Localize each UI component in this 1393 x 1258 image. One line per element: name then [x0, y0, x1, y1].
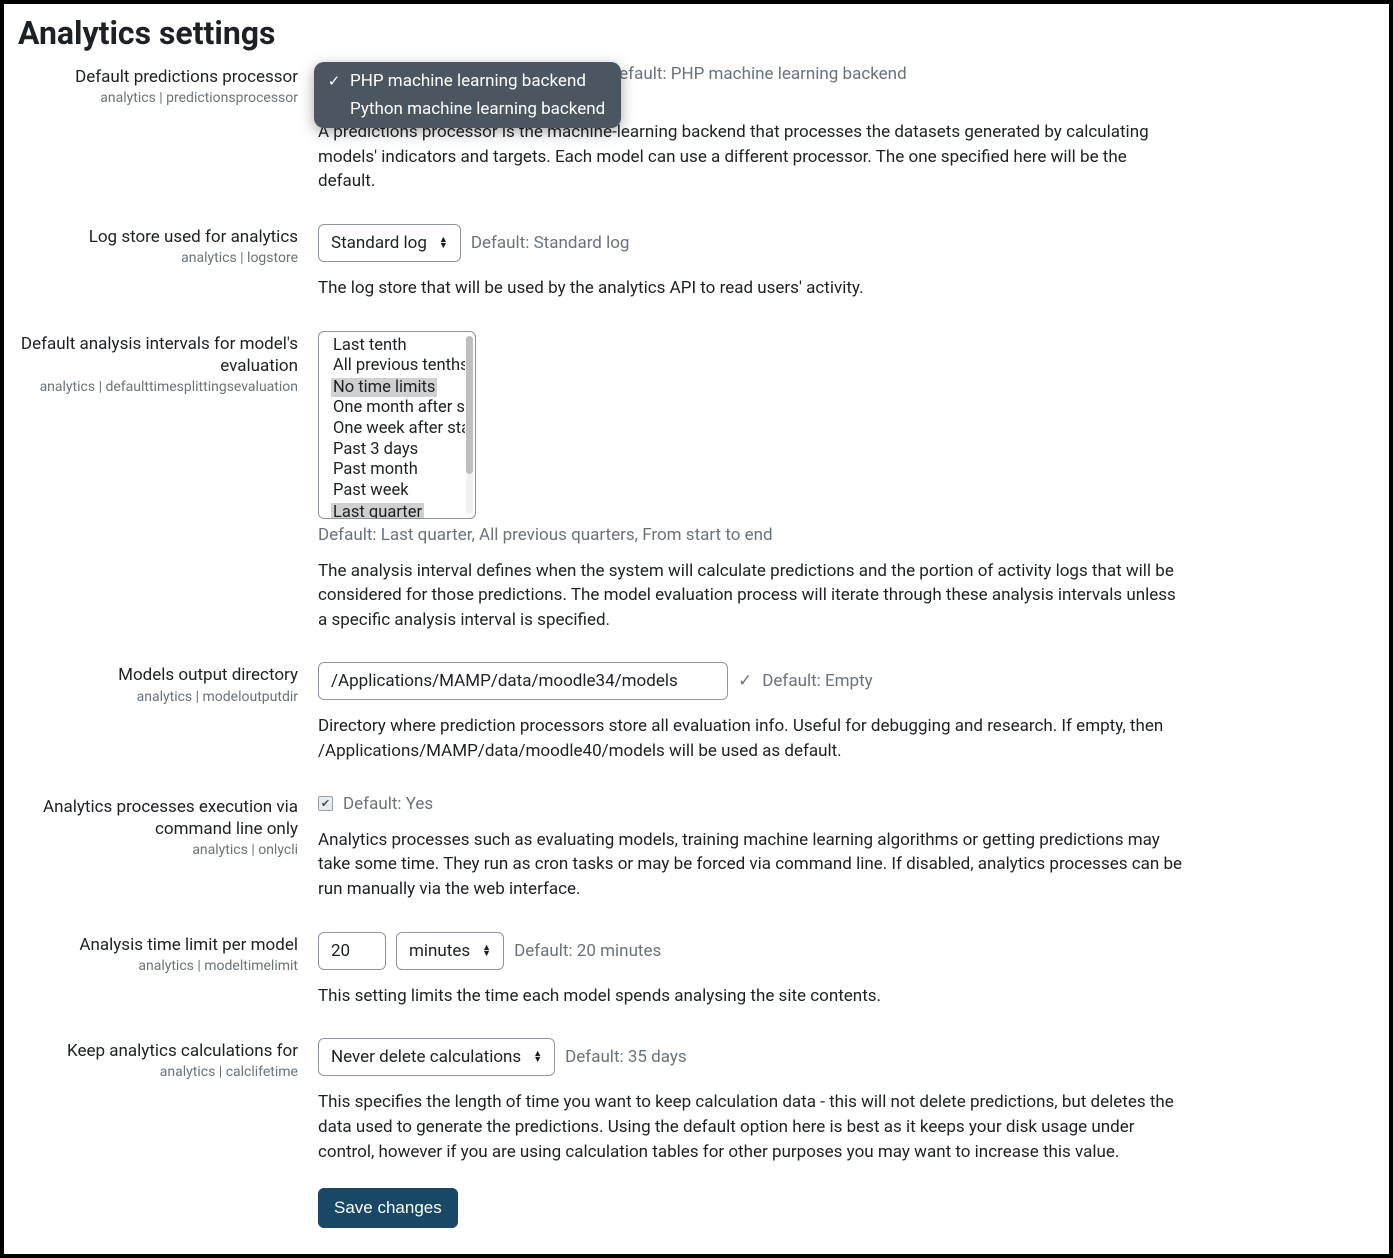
setting-description: This specifies the length of time you wa… — [318, 1090, 1188, 1164]
default-text: Default: PHP machine learning backend — [608, 64, 907, 84]
setting-description: A predictions processor is the machine-l… — [318, 120, 1188, 194]
setting-label-logstore: Log store used for analytics — [18, 226, 298, 248]
default-text: Default: Empty — [762, 671, 872, 691]
setting-key: analytics | logstore — [18, 250, 298, 266]
list-item[interactable]: Last tenth — [331, 336, 465, 357]
dropdown-option-python[interactable]: Python machine learning backend — [320, 95, 615, 123]
setting-label-timelimit: Analysis time limit per model — [18, 934, 298, 956]
dropdown-option-php[interactable]: ✓ PHP machine learning backend — [320, 67, 615, 95]
list-item[interactable]: Last quarter — [331, 503, 424, 518]
setting-key: analytics | predictionsprocessor — [18, 90, 298, 106]
updown-icon: ▲▼ — [533, 1051, 542, 1063]
updown-icon: ▲▼ — [482, 945, 491, 957]
check-icon: ✓ — [326, 72, 342, 90]
save-changes-button[interactable]: Save changes — [318, 1188, 458, 1228]
timelimit-number-input[interactable]: 20 — [318, 932, 386, 970]
setting-description: The analysis interval defines when the s… — [318, 559, 1188, 633]
default-text: Default: Yes — [343, 794, 433, 814]
page-title: Analytics settings — [18, 14, 1375, 52]
list-item[interactable]: All previous tenths — [331, 356, 465, 377]
list-item[interactable]: No time limits — [331, 378, 437, 397]
setting-description: Analytics processes such as evaluating m… — [318, 828, 1188, 902]
select-value: minutes — [409, 941, 470, 961]
list-item[interactable]: One month after start — [331, 398, 465, 419]
list-item[interactable]: Past month — [331, 460, 465, 481]
default-text: Default: 35 days — [565, 1047, 687, 1067]
intervals-multiselect[interactable]: Last tenth All previous tenths No time l… — [318, 331, 476, 519]
dropdown-option-label: Python machine learning backend — [350, 99, 605, 119]
setting-label-intervals: Default analysis intervals for model's e… — [18, 333, 298, 377]
predictions-processor-dropdown[interactable]: ✓ PHP machine learning backend Python ma… — [314, 62, 621, 128]
dropdown-option-label: PHP machine learning backend — [350, 71, 586, 91]
setting-key: analytics | modeltimelimit — [18, 958, 298, 974]
timelimit-unit-select[interactable]: minutes ▲▼ — [396, 932, 504, 970]
list-item[interactable]: One week after start — [331, 419, 465, 440]
select-value: Standard log — [331, 233, 427, 253]
input-value: 20 — [331, 941, 350, 961]
setting-key: analytics | onlycli — [18, 842, 298, 858]
setting-description: This setting limits the time each model … — [318, 984, 1188, 1009]
default-text: Default: 20 minutes — [514, 941, 661, 961]
setting-label-predictions-processor: Default predictions processor — [18, 66, 298, 88]
calclifetime-select[interactable]: Never delete calculations ▲▼ — [318, 1038, 555, 1076]
setting-key: analytics | defaulttimesplittingsevaluat… — [18, 379, 298, 395]
setting-label-outputdir: Models output directory — [18, 664, 298, 686]
list-item[interactable]: Past week — [331, 481, 465, 502]
select-value: Never delete calculations — [331, 1047, 521, 1067]
updown-icon: ▲▼ — [439, 237, 448, 249]
logstore-select[interactable]: Standard log ▲▼ — [318, 224, 461, 262]
setting-label-calclifetime: Keep analytics calculations for — [18, 1040, 298, 1062]
check-icon: ✓ — [738, 671, 752, 691]
setting-description: Directory where prediction processors st… — [318, 714, 1188, 763]
scrollbar[interactable] — [466, 336, 473, 514]
setting-key: analytics | modeloutputdir — [18, 689, 298, 705]
outputdir-input[interactable]: /Applications/MAMP/data/moodle34/models — [318, 662, 728, 700]
default-text: Default: Last quarter, All previous quar… — [318, 525, 1375, 545]
onlycli-checkbox[interactable]: ✔ — [318, 796, 333, 811]
scrollbar-thumb[interactable] — [466, 336, 473, 475]
input-value: /Applications/MAMP/data/moodle34/models — [331, 671, 678, 691]
setting-key: analytics | calclifetime — [18, 1064, 298, 1080]
setting-label-onlycli: Analytics processes execution via comman… — [18, 796, 298, 840]
list-item[interactable]: Past 3 days — [331, 440, 465, 461]
default-text: Default: Standard log — [471, 233, 630, 253]
setting-description: The log store that will be used by the a… — [318, 276, 1188, 301]
